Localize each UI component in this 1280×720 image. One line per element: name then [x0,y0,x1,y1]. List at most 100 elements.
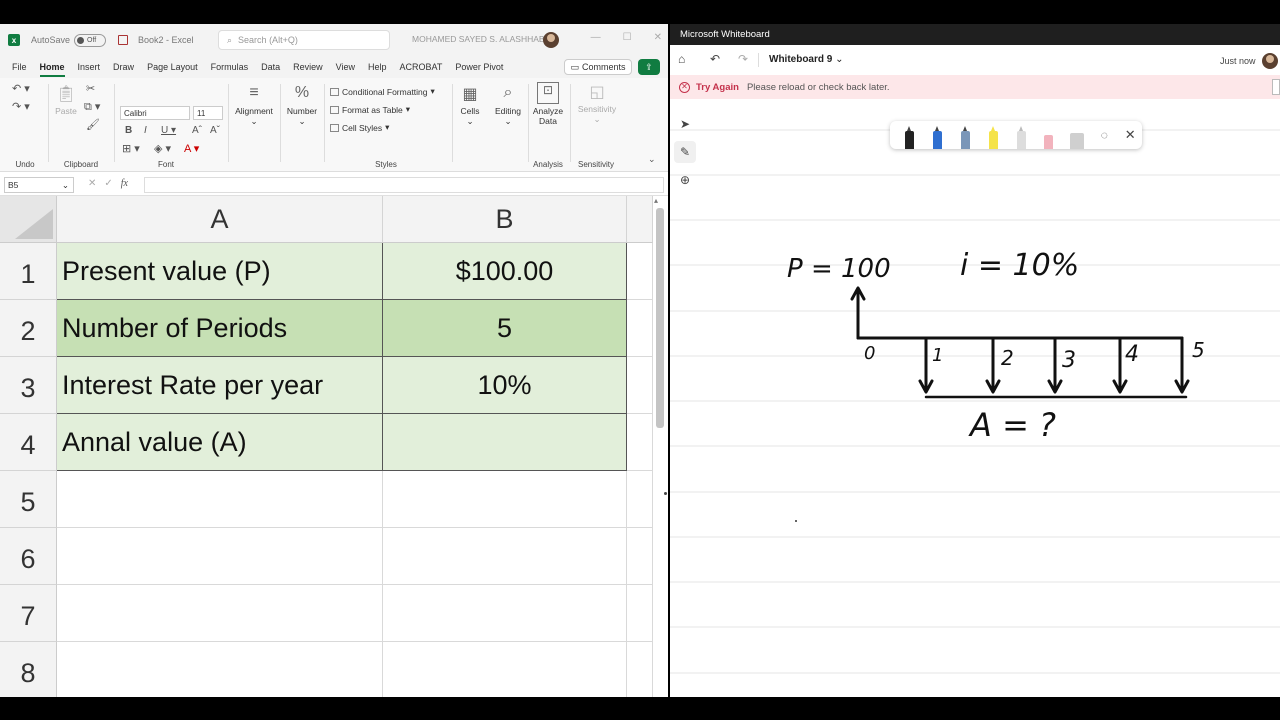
tab-help[interactable]: Help [368,56,387,78]
function-icon[interactable]: fx [121,178,128,189]
cell-c3[interactable] [627,357,653,414]
cell-a1[interactable]: Present value (P) [57,243,383,300]
collapse-ribbon-icon[interactable]: ⌄ [648,154,656,165]
tab-view[interactable]: View [336,56,355,78]
column-header-c[interactable] [627,196,653,243]
tab-review[interactable]: Review [293,56,323,78]
split-handle[interactable] [664,492,667,495]
close-icon[interactable]: ✕ [654,32,662,43]
cut-icon[interactable]: ✂ [86,82,95,95]
tab-file[interactable]: File [12,56,27,78]
share-button[interactable]: ⇪ [638,59,660,75]
redo-icon[interactable]: ↷ ▾ [12,100,30,113]
cell-b3-text: 10% [477,369,532,400]
tab-power-pivot[interactable]: Power Pivot [455,56,503,78]
redo-icon[interactable]: ↷ [738,52,748,66]
alignment-button[interactable]: ≡ Alignment ⌄ [232,84,276,127]
row-header-7[interactable]: 7 [0,585,57,642]
analyze-data-button[interactable]: ⊡ Analyze Data [530,82,566,126]
cell-b6[interactable] [383,528,627,585]
font-size-dropdown[interactable]: 11 [193,106,223,120]
cell-b4[interactable] [383,414,627,471]
cell-c5[interactable] [627,471,653,528]
column-header-a[interactable]: A [57,196,383,243]
font-color-icon[interactable]: A ▾ [184,142,199,155]
cell-b1[interactable]: $100.00 [383,243,627,300]
format-painter-icon[interactable]: 🖌︎ [86,118,100,131]
tab-page-layout[interactable]: Page Layout [147,56,198,78]
row-header-1[interactable]: 1 [0,243,57,300]
cell-c4[interactable] [627,414,653,471]
minimize-icon[interactable]: — [591,32,601,43]
cell-c1[interactable] [627,243,653,300]
period-1: 1 [932,345,943,366]
cell-a3[interactable]: Interest Rate per year [57,357,383,414]
sensitivity-button[interactable]: ◱ Sensitivity ⌄ [574,82,620,125]
home-icon[interactable]: ⌂ [678,52,685,66]
bold-icon[interactable]: B [125,125,132,136]
autosave-toggle[interactable]: Off [74,33,107,47]
cell-a6[interactable] [57,528,383,585]
copy-icon[interactable]: ⧉ ▾ [84,100,100,114]
italic-icon[interactable]: I [144,125,147,136]
tab-data[interactable]: Data [261,56,280,78]
maximize-icon[interactable]: ☐ [623,32,632,43]
undo-icon[interactable]: ↶ ▾ [12,82,30,95]
cell-a4[interactable]: Annal value (A) [57,414,383,471]
cell-a2[interactable]: Number of Periods [57,300,383,357]
decrease-font-icon[interactable]: Aˇ [210,125,220,136]
fill-color-icon[interactable]: ◈ ▾ [154,142,171,155]
cell-b3[interactable]: 10% [383,357,627,414]
cell-a5[interactable] [57,471,383,528]
tab-insert[interactable]: Insert [78,56,101,78]
cell-b5[interactable] [383,471,627,528]
cell-c8[interactable] [627,642,653,697]
row-header-6[interactable]: 6 [0,528,57,585]
tab-draw[interactable]: Draw [113,56,134,78]
board-name[interactable]: Whiteboard 9 ⌄ [769,54,844,65]
select-all-corner[interactable] [0,196,57,243]
undo-icon[interactable]: ↶ [710,52,720,66]
row-header-4[interactable]: 4 [0,414,57,471]
tab-acrobat[interactable]: ACROBAT [400,56,443,78]
row-header-3[interactable]: 3 [0,357,57,414]
cell-a8[interactable] [57,642,383,697]
font-name-dropdown[interactable]: Calibri [120,106,190,120]
banner-action[interactable] [1272,79,1280,95]
save-icon[interactable] [118,35,129,45]
cell-a7[interactable] [57,585,383,642]
tab-formulas[interactable]: Formulas [211,56,249,78]
cell-styles-button[interactable]: Cell Styles ▾ [330,122,389,133]
row-header-5[interactable]: 5 [0,471,57,528]
whiteboard-canvas[interactable]: ➤ ✎ ⊕ ◌ ✕ P = 100 i = 10% A = ? 0 1 2 3 … [670,99,1280,697]
format-as-table-button[interactable]: Format as Table ▾ [330,104,410,115]
formula-input[interactable] [144,177,664,193]
user-avatar[interactable] [543,32,559,48]
cell-c7[interactable] [627,585,653,642]
cell-b2[interactable]: 5 [383,300,627,357]
editing-button[interactable]: ⌕ Editing ⌄ [490,84,526,127]
row-header-2[interactable]: 2 [0,300,57,357]
row-header-8[interactable]: 8 [0,642,57,697]
column-header-b[interactable]: B [383,196,627,243]
cell-c2[interactable] [627,300,653,357]
scroll-up-icon[interactable]: ▴ [654,196,658,205]
cancel-icon[interactable]: ✕ [88,178,96,189]
name-box[interactable]: B5 ⌄ [4,177,74,193]
user-avatar[interactable] [1262,53,1278,69]
number-button[interactable]: % Number ⌄ [282,84,322,127]
underline-icon[interactable]: U ▾ [161,125,176,136]
cell-b7[interactable] [383,585,627,642]
paste-button[interactable]: 📋︎ Paste [52,84,80,116]
tab-home[interactable]: Home [39,56,65,78]
borders-icon[interactable]: ⊞ ▾ [122,142,140,155]
cells-button[interactable]: ▦ Cells ⌄ [454,84,486,127]
cell-b8[interactable] [383,642,627,697]
cell-c6[interactable] [627,528,653,585]
comments-button[interactable]: ▭ Comments [564,59,632,75]
increase-font-icon[interactable]: Aˆ [192,125,202,136]
vertical-scrollbar[interactable] [656,208,664,428]
conditional-formatting-button[interactable]: Conditional Formatting ▾ [330,86,435,97]
search-box[interactable]: ⌕ Search (Alt+Q) [218,30,390,50]
enter-icon[interactable]: ✓ [104,178,112,189]
